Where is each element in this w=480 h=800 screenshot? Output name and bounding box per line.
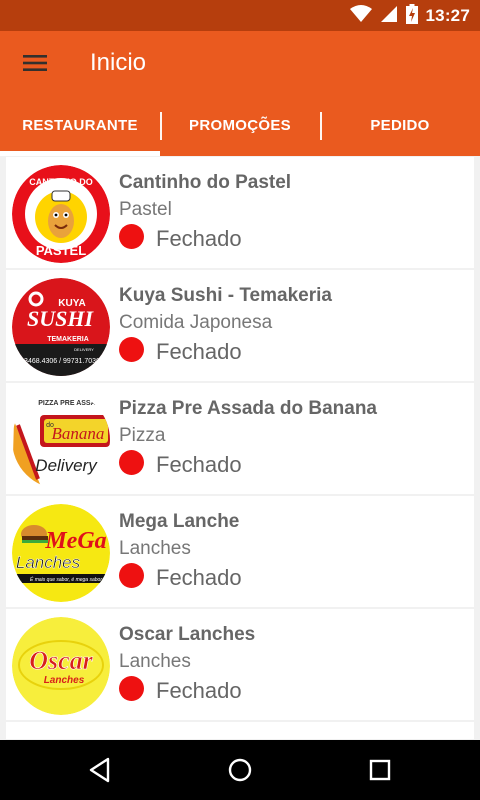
status-closed-indicator bbox=[119, 676, 144, 701]
clock: 13:27 bbox=[425, 6, 470, 25]
restaurant-status: Fechado bbox=[156, 452, 242, 477]
logo-text: TEMAKERIA bbox=[47, 336, 89, 343]
logo-text: É mais que sabor, é mega sabor bbox=[30, 576, 102, 583]
logo-text: Banana bbox=[52, 424, 105, 443]
list-item[interactable]: Oscar Lanches Oscar Lanches Lanches Fech… bbox=[6, 609, 474, 720]
list-item[interactable]: KUYA SUSHI TEMAKERIA DELIVERY 3468.4306 … bbox=[6, 270, 474, 381]
restaurant-status: Fechado bbox=[156, 565, 242, 590]
tab-bar: RESTAURANTE PROMOÇÕES PEDIDO bbox=[0, 95, 480, 156]
logo-text: MeGa bbox=[44, 528, 106, 554]
restaurant-logo: PIZZA PRE ASSADA do Banana Delivery bbox=[12, 391, 110, 489]
home-circle-icon bbox=[228, 758, 252, 782]
recents-button[interactable] bbox=[364, 754, 396, 786]
back-button[interactable] bbox=[84, 754, 116, 786]
status-closed-indicator bbox=[119, 563, 144, 588]
tab-pedido[interactable]: PEDIDO bbox=[320, 95, 480, 156]
logo-text: PIZZA PRE ASSADA bbox=[38, 400, 106, 407]
restaurant-category: Comida Japonesa bbox=[119, 312, 273, 333]
list-item[interactable]: PIZZA PRE ASSADA do Banana Delivery Pizz… bbox=[6, 383, 474, 494]
logo-text: Delivery bbox=[35, 456, 98, 475]
restaurant-category: Lanches bbox=[119, 538, 191, 559]
home-button[interactable] bbox=[224, 754, 256, 786]
restaurant-status: Fechado bbox=[156, 226, 242, 251]
restaurant-name: Mega Lanche bbox=[119, 511, 240, 532]
restaurant-logo: KUYA SUSHI TEMAKERIA DELIVERY 3468.4306 … bbox=[12, 278, 110, 376]
logo-text: Oscar bbox=[29, 646, 93, 675]
logo-text: CANTINHO DO bbox=[29, 177, 93, 187]
list-item[interactable]: MeGa Lanches É mais que sabor, é mega sa… bbox=[6, 496, 474, 607]
restaurant-status: Fechado bbox=[156, 678, 242, 703]
logo-text: DELIVERY bbox=[74, 347, 94, 352]
wifi-icon bbox=[349, 4, 372, 28]
recents-square-icon bbox=[369, 759, 391, 781]
menu-button[interactable] bbox=[14, 43, 56, 83]
restaurant-logo: MeGa Lanches É mais que sabor, é mega sa… bbox=[12, 504, 110, 602]
restaurant-logo: CANTINHO DO PASTEL bbox=[12, 165, 110, 263]
list-item[interactable]: CANTINHO DO PASTEL Cantinho do Pastel Pa… bbox=[6, 157, 474, 268]
status-icons: 13:27 bbox=[349, 3, 470, 29]
battery-charging-icon bbox=[405, 3, 418, 29]
restaurant-logo: Oscar Lanches bbox=[12, 617, 110, 715]
restaurant-category: Pastel bbox=[119, 199, 172, 220]
restaurant-name: Pizza Pre Assada do Banana bbox=[119, 398, 378, 419]
hamburger-icon bbox=[23, 55, 47, 71]
status-closed-indicator bbox=[119, 337, 144, 362]
restaurant-category: Pizza bbox=[119, 425, 166, 446]
restaurant-category: Lanches bbox=[119, 651, 191, 672]
tab-promocoes[interactable]: PROMOÇÕES bbox=[160, 95, 320, 156]
page-title: Inicio bbox=[90, 49, 147, 76]
back-triangle-icon bbox=[89, 757, 110, 783]
status-closed-indicator bbox=[119, 224, 144, 249]
logo-text: SUSHI bbox=[27, 306, 94, 331]
restaurant-status: Fechado bbox=[156, 339, 242, 364]
logo-text: PASTEL bbox=[36, 243, 86, 258]
logo-text: 3468.4306 / 99731.7036 bbox=[24, 358, 100, 365]
tab-restaurante[interactable]: RESTAURANTE bbox=[0, 95, 160, 156]
restaurant-list: CANTINHO DO PASTEL Cantinho do Pastel Pa… bbox=[6, 157, 474, 739]
status-bar: 13:27 bbox=[0, 0, 480, 31]
status-closed-indicator bbox=[119, 450, 144, 475]
navigation-bar bbox=[0, 740, 480, 800]
restaurant-name: Kuya Sushi - Temakeria bbox=[119, 285, 332, 306]
restaurant-name: Oscar Lanches bbox=[119, 624, 256, 645]
logo-text: Lanches bbox=[44, 675, 85, 686]
logo-text: Lanches bbox=[16, 553, 81, 572]
app-toolbar: Inicio bbox=[0, 31, 480, 95]
signal-icon bbox=[380, 5, 398, 28]
restaurant-name: Cantinho do Pastel bbox=[119, 172, 292, 193]
list-item[interactable] bbox=[6, 722, 474, 739]
